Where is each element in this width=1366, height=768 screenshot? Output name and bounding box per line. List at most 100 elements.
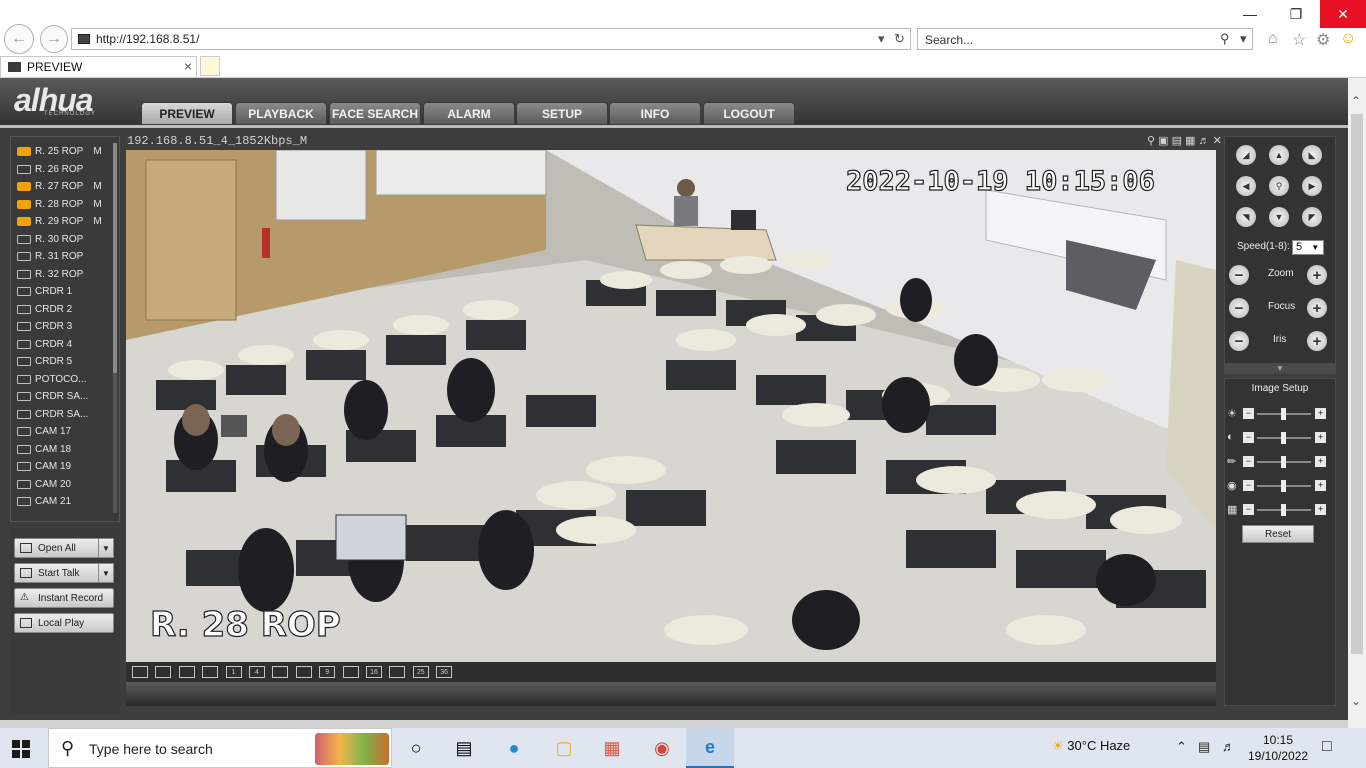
channel-item[interactable]: CAM 20 [11,476,119,494]
refresh-icon[interactable]: ↻ [894,31,905,47]
edge-browser-icon[interactable]: ● [490,728,538,768]
channel-item[interactable]: CRDR 5 [11,353,119,371]
ptz-up-right-button[interactable]: ◣ [1302,145,1322,165]
widgets-icon[interactable]: ▤ [440,728,488,768]
restore-button[interactable]: ❐ [1274,0,1318,28]
tab-info[interactable]: INFO [609,102,701,125]
camera-feed[interactable]: 2022-10-19 10:15:06 R. 28 ROP [126,150,1216,662]
channel-scroll-thumb[interactable] [113,143,117,373]
sharpness-plus[interactable]: + [1315,504,1326,515]
taskbar-search[interactable]: ⚲ Type here to search [48,728,392,768]
sharpness-knob[interactable] [1281,504,1286,516]
channel-item[interactable]: CAM 17 [11,423,119,441]
ptz-left-button[interactable]: ◀ [1236,176,1256,196]
scroll-down-icon[interactable]: ⌄ [1351,694,1361,708]
layout-button[interactable] [155,666,172,678]
notifications-icon[interactable]: □ [1322,738,1332,756]
settings-gear-icon[interactable]: ⚙ [1316,30,1330,50]
ptz-up-button[interactable]: ▲ [1269,145,1289,165]
ptz-right-button[interactable]: ▶ [1302,176,1322,196]
layout-button[interactable]: 36 [436,666,453,678]
layout-button[interactable]: 1 [225,666,242,678]
ptz-down-left-button[interactable]: ◥ [1236,207,1256,227]
audio-icon[interactable]: ♬ [1199,135,1210,147]
new-tab-button[interactable] [200,56,220,76]
layout-button[interactable]: 16 [366,666,382,678]
channel-item[interactable]: R. 30 ROP [11,231,119,249]
iris-plus-button[interactable]: + [1307,331,1327,351]
chrome-icon[interactable]: ◉ [638,728,686,768]
iris-minus-button[interactable]: − [1229,331,1249,351]
layout-button[interactable] [295,666,312,678]
store-icon[interactable]: ▦ [588,728,636,768]
camera-icon[interactable]: ▤ [1172,135,1182,147]
scroll-up-icon[interactable]: ⌃ [1351,94,1361,108]
sharpness-minus[interactable]: − [1243,504,1254,515]
ptz-collapse-toggle[interactable]: ▼ [1224,364,1336,374]
layout-button[interactable] [342,666,359,678]
reset-button[interactable]: Reset [1242,525,1314,543]
file-explorer-icon[interactable]: ▢ [540,728,588,768]
focus-plus-button[interactable]: + [1307,298,1327,318]
saturation-knob[interactable] [1281,456,1286,468]
ptz-center-button[interactable]: ⚲ [1269,176,1289,196]
search-box[interactable]: Search... ⚲ ▾ [917,28,1253,50]
tab-close-icon[interactable]: × [184,58,192,74]
layout-button[interactable]: 4 [249,666,265,678]
open-all-dropdown[interactable]: ▼ [98,538,114,558]
channel-item[interactable]: CRDR 1 [11,283,119,301]
layout-button[interactable] [389,666,406,678]
brightness-knob[interactable] [1281,408,1286,420]
forward-button[interactable]: → [40,25,68,53]
start-talk-button[interactable]: Start Talk [14,563,100,583]
channel-item[interactable]: CRDR SA... [11,388,119,406]
channel-item[interactable]: R. 28 ROP M [11,196,119,214]
internet-explorer-icon[interactable]: e [686,728,734,768]
channel-item[interactable]: R. 27 ROP M [11,178,119,196]
contrast-plus[interactable]: + [1315,432,1326,443]
channel-item[interactable]: CRDR 3 [11,318,119,336]
zoom-in-button[interactable]: + [1307,265,1327,285]
channel-item[interactable]: R. 32 ROP [11,266,119,284]
layout-button[interactable] [178,666,195,678]
contrast-minus[interactable]: − [1243,432,1254,443]
contrast-knob[interactable] [1281,432,1286,444]
layout-button[interactable] [202,666,219,678]
minimize-button[interactable]: — [1228,0,1272,28]
channel-item[interactable]: R. 31 ROP [11,248,119,266]
ptz-down-button[interactable]: ▼ [1269,207,1289,227]
home-icon[interactable]: ⌂ [1268,30,1278,48]
tab-alarm[interactable]: ALARM [423,102,515,125]
channel-item[interactable]: CRDR SA... [11,406,119,424]
tray-chevron-icon[interactable]: ⌃ [1176,739,1187,755]
zoom-out-button[interactable]: − [1229,265,1249,285]
tab-playback[interactable]: PLAYBACK [235,102,327,125]
back-button[interactable]: ← [4,24,34,54]
weather-widget[interactable]: ☀ 30°C Haze [1052,738,1130,754]
ptz-up-left-button[interactable]: ◢ [1236,145,1256,165]
page-scroll-thumb[interactable] [1351,114,1363,654]
speed-select[interactable]: 5 ▼ [1292,240,1324,255]
search-dropdown-icon[interactable]: ▾ [1240,31,1247,47]
favorites-star-icon[interactable]: ☆ [1292,30,1306,50]
saturation-plus[interactable]: + [1315,456,1326,467]
tab-preview-menu[interactable]: PREVIEW [141,102,233,125]
network-icon[interactable]: ▤ [1198,739,1210,755]
hue-minus[interactable]: − [1243,480,1254,491]
dropdown-icon[interactable]: ▾ [878,31,885,47]
layout-button[interactable]: 9 [319,666,336,678]
channel-item[interactable]: CRDR 2 [11,301,119,319]
tab-preview[interactable]: PREVIEW × [0,56,197,77]
snapshot-icon[interactable]: ▣ [1158,135,1168,147]
layout-button[interactable]: 25 [412,666,429,678]
start-talk-dropdown[interactable]: ▼ [98,563,114,583]
channel-item[interactable]: CRDR 4 [11,336,119,354]
instant-record-button[interactable]: ⚠ Instant Record [14,588,114,608]
channel-item[interactable]: CAM 19 [11,458,119,476]
brightness-plus[interactable]: + [1315,408,1326,419]
open-all-button[interactable]: Open All [14,538,100,558]
channel-item[interactable]: CAM 21 [11,493,119,511]
local-play-button[interactable]: Local Play [14,613,114,633]
close-window-button[interactable]: ✕ [1320,0,1366,28]
record-icon[interactable]: ▦ [1185,135,1195,147]
